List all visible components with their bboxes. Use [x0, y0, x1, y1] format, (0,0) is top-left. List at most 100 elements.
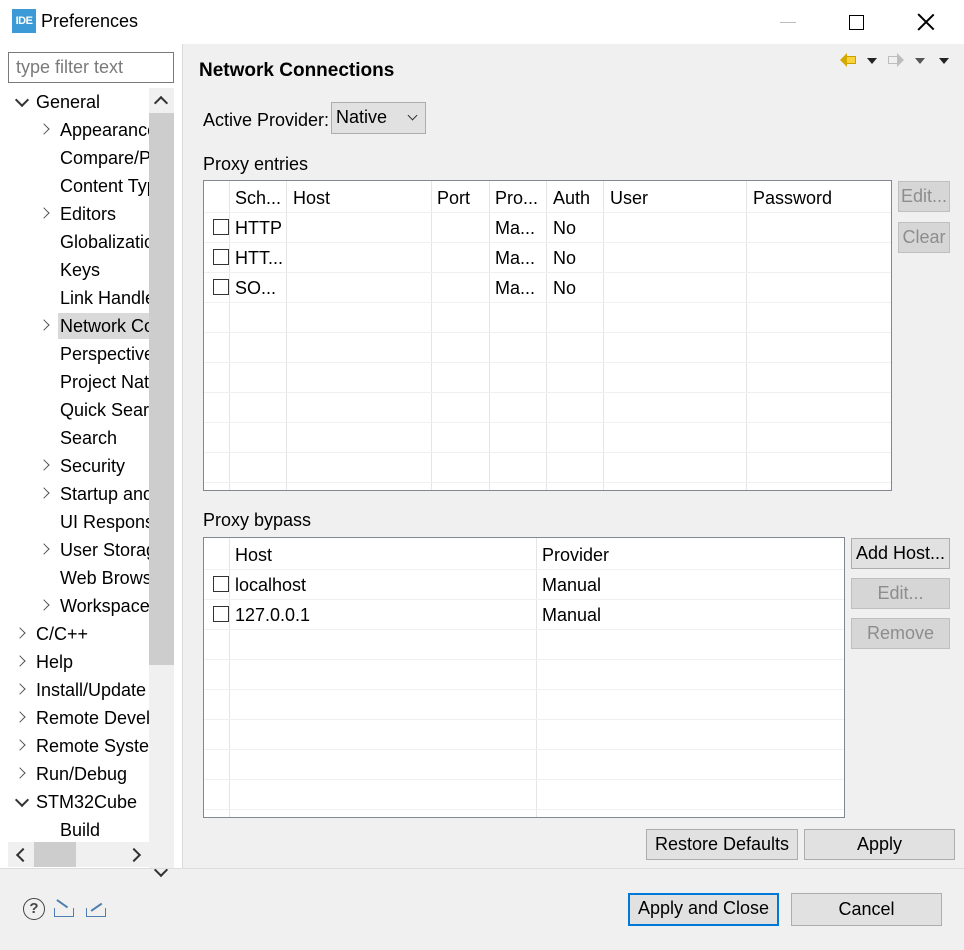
- column-header-user[interactable]: User: [610, 188, 648, 209]
- tree-item[interactable]: Remote Development: [12, 704, 149, 732]
- maximize-button[interactable]: [826, 0, 886, 44]
- scroll-down-icon[interactable]: [149, 860, 174, 885]
- tree-item[interactable]: Workspace: [36, 592, 149, 620]
- tree-item[interactable]: Help: [12, 648, 75, 676]
- cell-provider: Manual: [542, 575, 602, 595]
- edit-bypass-button[interactable]: Edit...: [851, 578, 950, 609]
- close-button[interactable]: [896, 0, 956, 44]
- row-checkbox[interactable]: [213, 219, 229, 235]
- tree-item[interactable]: Install/Update: [12, 676, 148, 704]
- forward-arrow-icon[interactable]: [888, 53, 904, 67]
- tray-shape: [86, 908, 106, 917]
- proxy-entries-table[interactable]: Sch... Host Port Pro... Auth User Passwo…: [203, 180, 892, 491]
- minimize-button[interactable]: [758, 0, 818, 44]
- clear-proxy-entry-button[interactable]: Clear: [898, 222, 950, 253]
- tree-item[interactable]: UI Responsiveness: [36, 508, 149, 536]
- column-header-host[interactable]: Host: [235, 545, 272, 566]
- back-arrow-icon[interactable]: [840, 53, 856, 67]
- row-checkbox[interactable]: [213, 606, 229, 622]
- column-header-scheme[interactable]: Sch...: [235, 188, 281, 209]
- column-header-password[interactable]: Password: [753, 188, 832, 209]
- tree-item-label: Globalization: [60, 232, 149, 252]
- tree-item[interactable]: Content Types: [36, 172, 149, 200]
- remove-bypass-button[interactable]: Remove: [851, 618, 950, 649]
- tree-item-label: Keys: [60, 260, 101, 280]
- chevron-right-icon[interactable]: [39, 460, 51, 472]
- column-header-provider[interactable]: Pro...: [495, 188, 538, 209]
- tree-item[interactable]: Search: [36, 424, 119, 452]
- import-icon[interactable]: [53, 898, 75, 920]
- tree-item[interactable]: Security: [36, 452, 127, 480]
- chevron-right-icon[interactable]: [15, 740, 27, 752]
- tree-item[interactable]: Appearance: [36, 116, 149, 144]
- tray-shape: [54, 908, 74, 917]
- active-provider-select[interactable]: Native: [331, 102, 426, 134]
- chevron-down-icon: [407, 110, 418, 121]
- tree-item[interactable]: Link Handlers: [36, 284, 149, 312]
- export-icon[interactable]: [85, 898, 107, 920]
- tree-item[interactable]: Compare/Patch: [36, 144, 149, 172]
- tree-item[interactable]: Perspectives: [36, 340, 149, 368]
- tree-item[interactable]: Network Connections: [36, 312, 149, 340]
- tree-item[interactable]: Project Natures: [36, 368, 149, 396]
- tree-item[interactable]: Remote Systems: [12, 732, 149, 760]
- chevron-right-icon[interactable]: [39, 124, 51, 136]
- tree-item[interactable]: Keys: [36, 256, 102, 284]
- tree-item-label: Build: [60, 820, 101, 840]
- tree-item[interactable]: General: [12, 88, 102, 116]
- chevron-right-icon[interactable]: [15, 684, 27, 696]
- column-header-auth[interactable]: Auth: [553, 188, 590, 209]
- column-header-provider[interactable]: Provider: [542, 545, 609, 566]
- scroll-right-icon[interactable]: [124, 842, 149, 867]
- tree-item-label: Search: [60, 428, 118, 448]
- apply-and-close-button[interactable]: Apply and Close: [628, 893, 779, 926]
- tree-item[interactable]: Startup and Shutdown: [36, 480, 149, 508]
- filter-input[interactable]: [8, 52, 174, 83]
- window-title: Preferences: [41, 11, 139, 31]
- tree-item[interactable]: Editors: [36, 200, 118, 228]
- scroll-left-icon[interactable]: [8, 842, 33, 867]
- tree-vertical-scrollbar[interactable]: [149, 88, 174, 885]
- help-icon[interactable]: ?: [23, 898, 45, 920]
- scrollbar-thumb[interactable]: [34, 842, 76, 867]
- scrollbar-thumb[interactable]: [149, 113, 174, 665]
- tree-item[interactable]: STM32Cube: [12, 788, 139, 816]
- chevron-right-icon[interactable]: [15, 628, 27, 640]
- cancel-button[interactable]: Cancel: [791, 893, 942, 926]
- scroll-up-icon[interactable]: [149, 88, 174, 113]
- tree-item[interactable]: C/C++: [12, 620, 90, 648]
- apply-button[interactable]: Apply: [804, 829, 955, 860]
- chevron-right-icon[interactable]: [39, 488, 51, 500]
- chevron-right-icon[interactable]: [15, 656, 27, 668]
- tree-item[interactable]: Run/Debug: [12, 760, 129, 788]
- edit-proxy-entry-button[interactable]: Edit...: [898, 181, 950, 212]
- column-header-port[interactable]: Port: [437, 188, 470, 209]
- forward-history-dropdown-icon[interactable]: [915, 58, 925, 64]
- tree-horizontal-scrollbar[interactable]: [8, 842, 149, 867]
- proxy-bypass-table[interactable]: Host Provider localhost Manual 127.0.0.1…: [203, 537, 845, 818]
- tree-item[interactable]: Quick Search: [36, 396, 149, 424]
- tree-item[interactable]: User Storage: [36, 536, 149, 564]
- tree-item[interactable]: Web Browser: [36, 564, 149, 592]
- row-checkbox[interactable]: [213, 576, 229, 592]
- column-header-host[interactable]: Host: [293, 188, 330, 209]
- add-host-button[interactable]: Add Host...: [851, 538, 950, 569]
- chevron-right-icon[interactable]: [15, 712, 27, 724]
- chevron-right-icon[interactable]: [39, 544, 51, 556]
- tree-item-label: Startup and Shutdown: [60, 484, 149, 504]
- chevron-right-icon[interactable]: [39, 320, 51, 332]
- cell-auth: No: [553, 218, 577, 238]
- row-checkbox[interactable]: [213, 279, 229, 295]
- chevron-down-icon[interactable]: [15, 96, 27, 108]
- restore-defaults-button[interactable]: Restore Defaults: [646, 829, 798, 860]
- tree-item[interactable]: Globalization: [36, 228, 149, 256]
- chevron-right-icon[interactable]: [39, 600, 51, 612]
- back-history-dropdown-icon[interactable]: [867, 58, 877, 64]
- footer-divider: [0, 868, 964, 869]
- row-checkbox[interactable]: [213, 249, 229, 265]
- chevron-right-icon[interactable]: [39, 208, 51, 220]
- chevron-down-icon[interactable]: [15, 796, 27, 808]
- tree-item[interactable]: Build: [36, 816, 102, 844]
- chevron-right-icon[interactable]: [15, 768, 27, 780]
- view-menu-icon[interactable]: [939, 58, 949, 64]
